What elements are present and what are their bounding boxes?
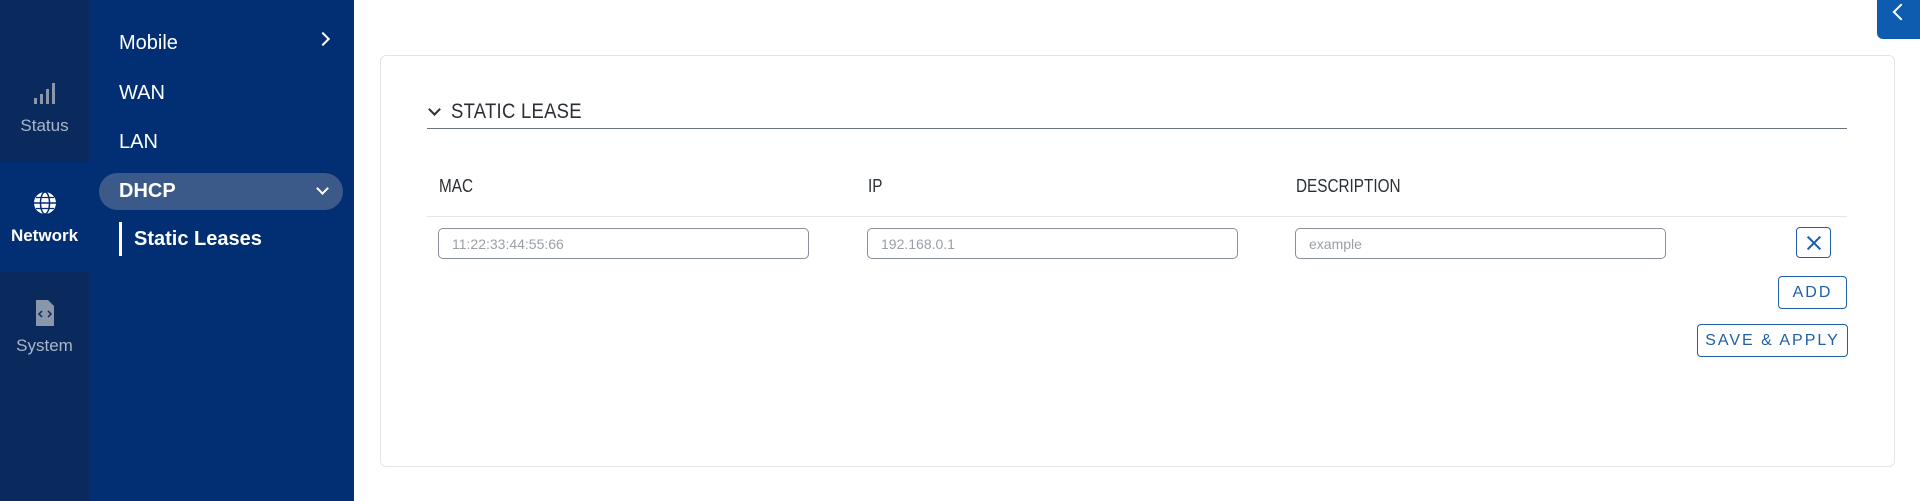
chevron-left-icon (1892, 3, 1910, 21)
save-apply-button[interactable]: SAVE & APPLY (1697, 324, 1848, 357)
rail-item-status[interactable]: Status (0, 52, 89, 162)
subnav-label-lan: LAN (119, 130, 158, 153)
subnav-item-wan[interactable]: WAN (119, 75, 334, 111)
column-header-ip: IP (868, 176, 883, 196)
subnav-item-dhcp[interactable]: DHCP (99, 173, 343, 210)
description-input[interactable] (1295, 228, 1666, 259)
section-title: STATIC LEASE (451, 100, 582, 123)
static-lease-panel: STATIC LEASE MAC IP DESCRIPTION ADD SAVE… (380, 55, 1895, 467)
chevron-right-icon (315, 31, 331, 47)
network-subnav: Mobile WAN LAN DHCP Static Leases (89, 0, 354, 501)
subnav-label-static-leases: Static Leases (134, 227, 262, 250)
subnav-item-static-leases[interactable]: Static Leases (119, 222, 334, 256)
rail-label-system: System (16, 336, 73, 355)
add-button[interactable]: ADD (1778, 276, 1847, 309)
icon-rail: Status Network System (0, 0, 89, 501)
globe-icon (30, 188, 60, 218)
section-header-static-lease[interactable]: STATIC LEASE (427, 96, 1847, 129)
rail-label-status: Status (20, 116, 69, 135)
mac-input[interactable] (438, 228, 809, 259)
rail-label-network: Network (10, 226, 79, 245)
subnav-label-mobile: Mobile (119, 31, 178, 54)
subnav-label-dhcp: DHCP (119, 180, 176, 202)
subnav-item-mobile[interactable]: Mobile (119, 25, 334, 61)
subnav-label-wan: WAN (119, 81, 165, 104)
table-divider (427, 216, 1847, 217)
chevron-down-icon (316, 182, 329, 195)
collapse-panel-button[interactable] (1877, 0, 1920, 39)
rail-item-network[interactable]: Network (0, 162, 89, 272)
chevron-down-icon (428, 102, 441, 116)
column-header-description: DESCRIPTION (1296, 176, 1401, 196)
subnav-item-lan[interactable]: LAN (119, 124, 334, 160)
file-code-icon (30, 298, 60, 328)
rail-item-system[interactable]: System (0, 272, 89, 382)
ip-input[interactable] (867, 228, 1238, 259)
signal-icon (30, 78, 60, 108)
delete-row-button[interactable] (1796, 227, 1831, 258)
column-header-mac: MAC (439, 176, 473, 196)
